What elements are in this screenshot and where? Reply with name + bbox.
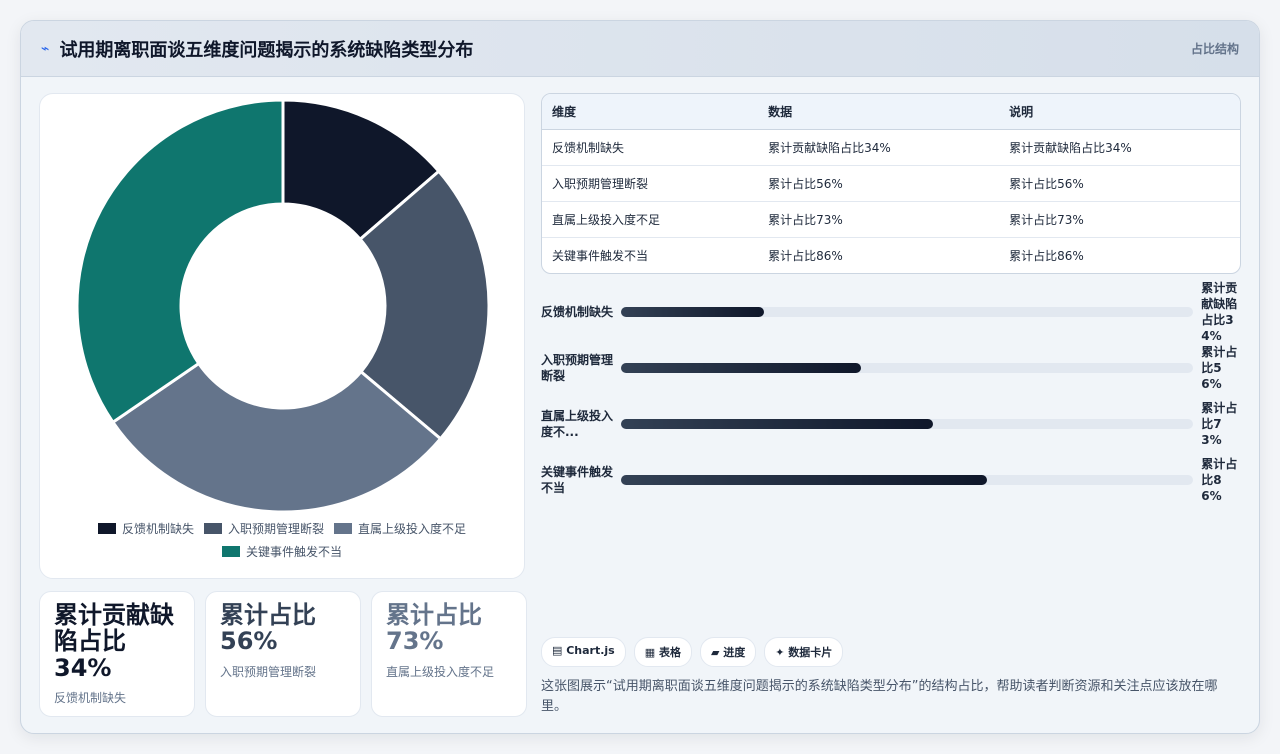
progress-fill bbox=[620, 475, 988, 485]
legend-label: 反馈机制缺失 bbox=[121, 522, 194, 536]
kpi-card: 累计占比73% 直属上级投入度不足 bbox=[371, 591, 527, 717]
progress-value: 累计贡献缺陷占比34% bbox=[1201, 280, 1238, 344]
legend-label: 直属上级投入度不足 bbox=[358, 522, 467, 536]
progress-bars: 反馈机制缺失 累计贡献缺陷占比34% 入职预期管理断裂 累计占比56% 直属上级… bbox=[541, 281, 1241, 508]
legend-item[interactable]: 反馈机制缺失 bbox=[97, 520, 194, 537]
page-title: 试用期离职面谈五维度问题揭示的系统缺陷类型分布 bbox=[59, 39, 474, 61]
column-header: 维度 bbox=[542, 94, 759, 130]
kpi-value: 累计占比56% bbox=[220, 601, 316, 656]
table-cell: 累计占比73% bbox=[999, 202, 1240, 238]
table-cell: 入职预期管理断裂 bbox=[542, 166, 759, 202]
progress-label: 反馈机制缺失 bbox=[541, 304, 614, 319]
table-cell: 累计占比86% bbox=[768, 249, 843, 263]
table-row: 直属上级投入度不足 累计占比73% 累计占比73% bbox=[542, 202, 1240, 238]
legend-item[interactable]: 直属上级投入度不足 bbox=[334, 520, 466, 537]
column-header: 说明 bbox=[999, 94, 1240, 130]
title-bar: ⌁ 试用期离职面谈五维度问题揭示的系统缺陷类型分布 占比结构 bbox=[21, 21, 1259, 77]
chip-chartjs[interactable]: ▤ Chart.js bbox=[541, 637, 626, 667]
kpi-card: 累计贡献缺陷占比34% 反馈机制缺失 bbox=[39, 591, 195, 717]
table-cell: 累计占比73% bbox=[758, 202, 1000, 238]
table-cell: 累计占比86% bbox=[1009, 249, 1084, 263]
table-cell: 累计贡献缺陷占比34% bbox=[999, 130, 1240, 166]
chart-card: 反馈机制缺失 入职预期管理断裂 直属上级投入度不足 关键事件触发不当 bbox=[39, 93, 525, 579]
progress-label: 入职预期管理断裂 bbox=[541, 352, 614, 383]
table-row: 关键事件触发不当 累计占比86% 累计占比86% bbox=[542, 238, 1240, 273]
table-cell: 反馈机制缺失 bbox=[542, 130, 759, 166]
legend-swatch bbox=[334, 523, 352, 534]
kpi-cards: 累计贡献缺陷占比34% 反馈机制缺失 累计占比56% 入职预期管理断裂 累计占比… bbox=[39, 591, 527, 717]
table-cell: 关键事件触发不当 bbox=[552, 249, 649, 263]
progress-fill bbox=[620, 307, 764, 317]
legend-label: 入职预期管理断裂 bbox=[227, 522, 324, 536]
table-row: 入职预期管理断裂 累计占比56% 累计占比56% bbox=[542, 166, 1240, 202]
legend-swatch bbox=[221, 546, 240, 557]
table-row: 反馈机制缺失 累计贡献缺陷占比34% 累计贡献缺陷占比34% bbox=[542, 130, 1240, 166]
progress-value: 累计占比86% bbox=[1201, 456, 1238, 504]
progress-value: 累计占比56% bbox=[1201, 344, 1238, 392]
tech-chips: ▤ Chart.js ▦ 表格 ▰ 进度 ✦ 数据卡片 bbox=[541, 637, 844, 667]
progress-track bbox=[620, 307, 1194, 317]
progress-row: 入职预期管理断裂 累计占比56% bbox=[541, 340, 1241, 396]
table-cell: 累计贡献缺陷占比34% bbox=[758, 130, 1000, 166]
kpi-label: 反馈机制缺失 bbox=[54, 691, 127, 706]
progress-row: 关键事件触发不当 累计占比86% bbox=[541, 452, 1241, 508]
kpi-value: 累计贡献缺陷占比34% bbox=[54, 601, 174, 682]
kpi-value: 累计占比73% bbox=[386, 601, 482, 656]
mode-label: 占比结构 bbox=[1190, 42, 1239, 56]
legend-item[interactable]: 入职预期管理断裂 bbox=[203, 520, 324, 537]
progress-track bbox=[620, 419, 1194, 429]
chip-progress[interactable]: ▰ 进度 bbox=[699, 637, 757, 667]
progress-row: 反馈机制缺失 累计贡献缺陷占比34% bbox=[541, 281, 1241, 344]
progress-track bbox=[620, 475, 1194, 485]
legend-swatch bbox=[203, 523, 222, 534]
chart-legend: 反馈机制缺失 入职预期管理断裂 直属上级投入度不足 关键事件触发不当 bbox=[40, 520, 524, 560]
progress-row: 直属上级投入度不... 累计占比73% bbox=[541, 396, 1241, 452]
doughnut-slice[interactable] bbox=[75, 98, 285, 425]
chip-table[interactable]: ▦ 表格 bbox=[633, 637, 692, 667]
legend-item[interactable]: 关键事件触发不当 bbox=[221, 543, 342, 560]
kpi-label: 入职预期管理断裂 bbox=[220, 664, 317, 679]
table-cell: 直属上级投入度不足 bbox=[542, 202, 759, 238]
right-panel: 维度 数据 说明 反馈机制缺失 累计贡献缺陷占比34% 累计贡献缺陷占比34% … bbox=[541, 93, 1241, 508]
table-header-row: 维度 数据 说明 bbox=[542, 94, 1240, 130]
left-panel: 反馈机制缺失 入职预期管理断裂 直属上级投入度不足 关键事件触发不当 累计贡献缺… bbox=[39, 93, 527, 717]
progress-label: 直属上级投入度不... bbox=[541, 408, 614, 439]
progress-track bbox=[620, 363, 1194, 373]
data-table: 维度 数据 说明 反馈机制缺失 累计贡献缺陷占比34% 累计贡献缺陷占比34% … bbox=[541, 93, 1241, 274]
kpi-label: 直属上级投入度不足 bbox=[386, 664, 495, 679]
app-window: ⌁ 试用期离职面谈五维度问题揭示的系统缺陷类型分布 占比结构 反馈机制缺失 入职… bbox=[20, 20, 1260, 734]
progress-fill bbox=[620, 363, 862, 373]
progress-fill bbox=[620, 419, 933, 429]
column-header: 数据 bbox=[758, 94, 1000, 130]
table-cell: 累计占比56% bbox=[758, 166, 1000, 202]
doughnut-chart bbox=[75, 98, 491, 514]
legend-swatch bbox=[97, 523, 116, 534]
legend-label: 关键事件触发不当 bbox=[245, 545, 342, 559]
chart-icon: ⌁ bbox=[41, 40, 50, 57]
progress-value: 累计占比73% bbox=[1201, 400, 1238, 448]
description-note: 这张图展示“试用期离职面谈五维度问题揭示的系统缺陷类型分布”的结构占比，帮助读者… bbox=[541, 679, 1218, 715]
kpi-card: 累计占比56% 入职预期管理断裂 bbox=[205, 591, 361, 717]
table-cell: 累计占比56% bbox=[999, 166, 1240, 202]
progress-label: 关键事件触发不当 bbox=[541, 464, 614, 495]
chip-data-card[interactable]: ✦ 数据卡片 bbox=[764, 637, 844, 667]
